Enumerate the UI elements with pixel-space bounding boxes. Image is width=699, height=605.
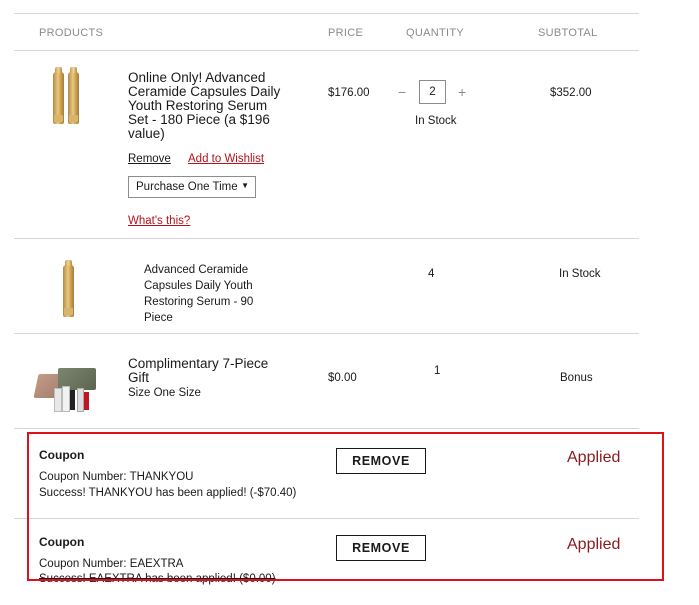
stock-status: In Stock (415, 115, 457, 127)
purchase-option-value: Purchase One Time (136, 181, 238, 193)
product-image-serum-90[interactable] (60, 260, 80, 320)
item-subtotal: $352.00 (550, 87, 592, 99)
header-products: PRODUCTS (39, 27, 104, 39)
quantity-increase-button[interactable]: + (458, 84, 466, 100)
header-subtotal: SUBTOTAL (538, 27, 598, 39)
caret-down-icon: ▼ (241, 181, 249, 190)
add-to-wishlist-link[interactable]: Add to Wishlist (188, 153, 264, 165)
row-divider (14, 333, 639, 334)
item-subtotal: Bonus (560, 372, 593, 384)
product-name-line: value) (128, 126, 165, 141)
product-image-serum-set[interactable] (50, 67, 84, 127)
capsule-vial-icon (68, 67, 79, 124)
header-quantity: QUANTITY (406, 27, 465, 39)
product-name[interactable]: Online Only! Advanced Ceramide Capsules … (128, 71, 280, 141)
product-name-line: Set - 180 Piece (a $196 (128, 112, 270, 127)
quantity-decrease-button[interactable]: − (398, 84, 406, 100)
product-name-line: Youth Restoring Serum (128, 98, 268, 113)
stock-status: In Stock (559, 268, 601, 280)
item-quantity: 4 (428, 268, 435, 280)
header-divider (14, 50, 639, 51)
table-top-divider (14, 13, 639, 14)
remove-item-link[interactable]: Remove (128, 153, 171, 165)
bottle-shape (70, 390, 75, 410)
product-name-line: Ceramide Capsules Daily (128, 84, 281, 99)
product-name-line: Restoring Serum - 90 (144, 296, 254, 308)
purchase-option-select[interactable]: Purchase One Time ▼ (128, 176, 256, 198)
product-image-gift-set[interactable] (33, 368, 98, 412)
bottle-shape (62, 386, 70, 412)
product-name-line: Complimentary 7-Piece (128, 356, 269, 371)
item-price: $0.00 (328, 372, 357, 384)
product-size: Size One Size (128, 387, 201, 399)
capsule-vial-icon (53, 67, 64, 124)
product-name: Complimentary 7-Piece Gift (128, 357, 268, 385)
bottle-shape (54, 388, 62, 412)
whats-this-link[interactable]: What's this? (128, 215, 190, 227)
product-name-line: Advanced Ceramide (144, 264, 249, 276)
product-name-line: Piece (144, 312, 173, 324)
row-divider (14, 238, 639, 239)
item-quantity: 1 (434, 365, 441, 377)
quantity-input[interactable]: 2 (419, 80, 446, 104)
product-name-line: Capsules Daily Youth (144, 280, 253, 292)
coupon-highlight-box (27, 432, 664, 581)
product-name: Advanced Ceramide Capsules Daily Youth R… (144, 262, 253, 326)
row-divider (14, 428, 639, 429)
lipstick-shape (84, 392, 89, 410)
product-name-line: Online Only! Advanced (128, 70, 266, 85)
product-name-line: Gift (128, 370, 150, 385)
bottle-shape (77, 388, 84, 412)
capsule-vial-icon (63, 260, 74, 317)
item-price: $176.00 (328, 87, 370, 99)
header-price: PRICE (328, 27, 364, 39)
